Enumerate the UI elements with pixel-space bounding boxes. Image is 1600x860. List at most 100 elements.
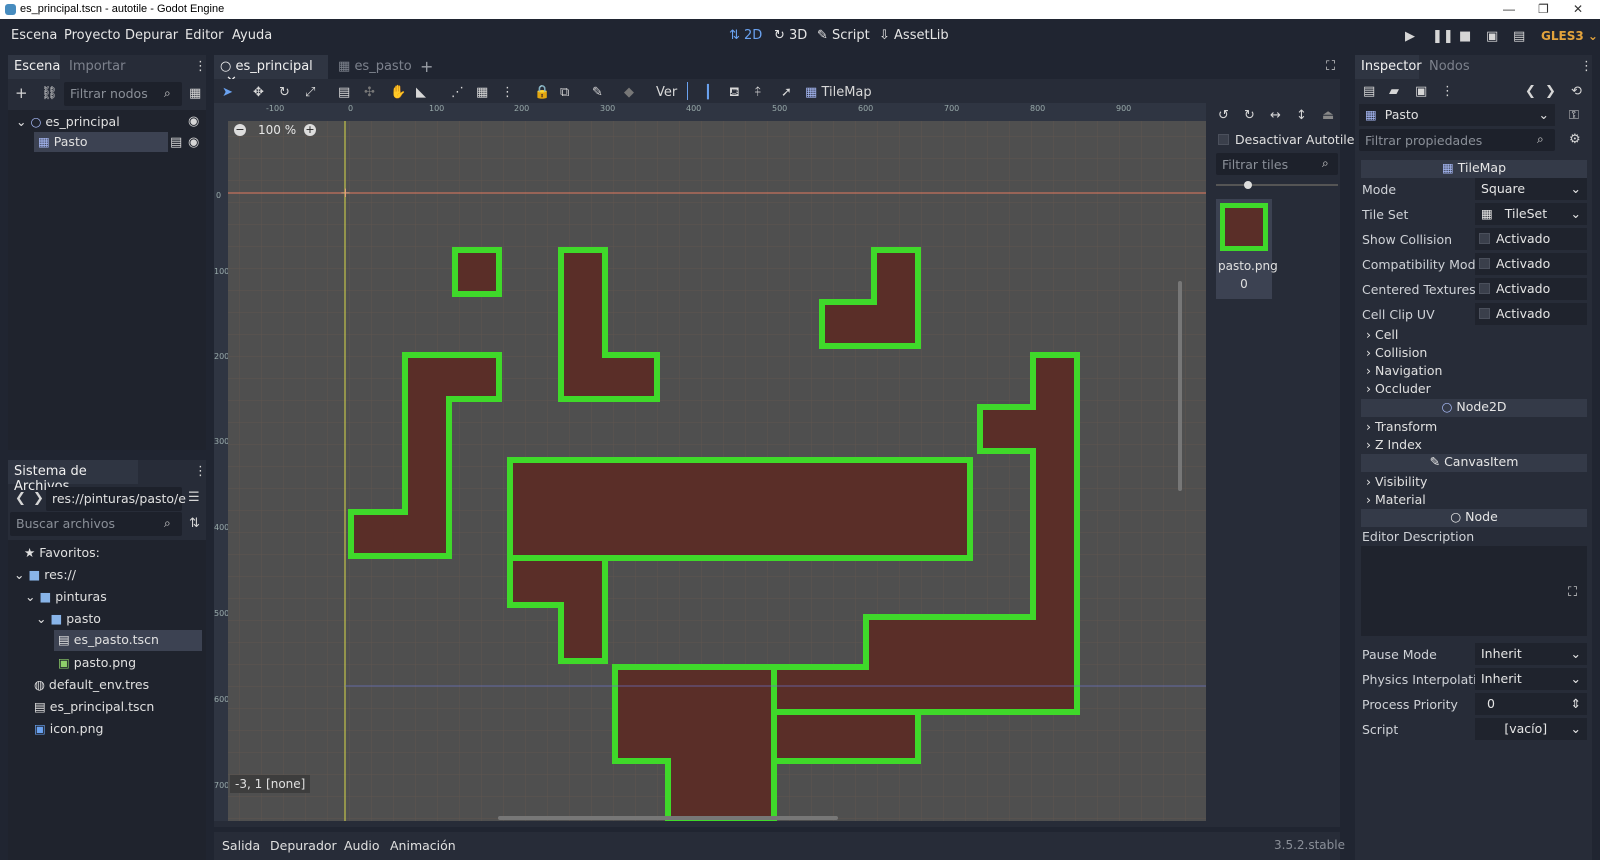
move-tool-icon[interactable]: ✥ xyxy=(253,85,264,100)
tree-node-pasto[interactable]: ▦ Pasto xyxy=(34,132,168,152)
mode-3d-button[interactable]: ↻ 3D xyxy=(774,28,807,43)
add-node-icon[interactable]: + xyxy=(15,86,28,101)
play-scene-icon[interactable]: ▣ xyxy=(1486,30,1498,43)
search-files-input[interactable]: Buscar archivos xyxy=(10,512,182,536)
paint-tile-icon[interactable]: ┃ xyxy=(704,85,712,100)
group-icon[interactable]: ⧉ xyxy=(560,85,569,100)
ruler-tool-icon[interactable]: ◣ xyxy=(416,85,426,100)
camera-icon[interactable]: ◆ xyxy=(624,85,634,100)
group-cell[interactable]: › Cell xyxy=(1366,327,1398,342)
file-item-default-env[interactable]: ◍ default_env.tres xyxy=(34,677,149,692)
clear-transform-icon[interactable]: ⏏ xyxy=(1322,109,1334,122)
new-tab-icon[interactable]: + xyxy=(420,59,433,75)
stop-icon[interactable]: ■ xyxy=(1459,30,1471,43)
filter-properties-input[interactable]: Filtrar propiedades xyxy=(1359,129,1555,151)
tree-node-root[interactable]: ⌄ ○ es_principal xyxy=(16,114,120,129)
scene-script-icon[interactable]: ▦ xyxy=(189,87,201,100)
menu-depurar[interactable]: Depurar xyxy=(125,28,178,43)
canvas-viewport[interactable]: + − 100 % + -3, 1 [none] xyxy=(228,121,1206,821)
zoom-in-icon[interactable]: + xyxy=(304,124,316,136)
save-resource-icon[interactable]: ▣ xyxy=(1415,85,1427,98)
zoom-level[interactable]: 100 % xyxy=(258,123,296,137)
menu-proyecto[interactable]: Proyecto xyxy=(64,28,121,43)
skeleton-icon[interactable]: ✎ xyxy=(592,85,603,100)
group-visibility[interactable]: › Visibility xyxy=(1366,474,1427,489)
smart-snap-icon[interactable]: ⋰ xyxy=(451,85,464,100)
tilemap-menu[interactable]: ▦ TileMap xyxy=(805,85,872,100)
group-collision[interactable]: › Collision xyxy=(1366,345,1427,360)
disable-autotile-checkbox[interactable]: Desactivar Autotile xyxy=(1218,132,1354,147)
minimize-button[interactable]: — xyxy=(1503,2,1515,16)
zoom-out-icon[interactable]: − xyxy=(234,124,246,136)
dock-menu-icon[interactable]: ⋮ xyxy=(1580,60,1593,73)
grid-snap-icon[interactable]: ▦ xyxy=(476,85,488,100)
open-resource-icon[interactable]: ▰ xyxy=(1389,85,1399,98)
tab-depurador[interactable]: Depurador xyxy=(270,838,337,853)
mode-2d-button[interactable]: ⇅ 2D xyxy=(729,28,762,43)
scene-tab-es-pasto[interactable]: ▦ es_pasto xyxy=(332,55,418,79)
editor-description-textarea[interactable] xyxy=(1361,546,1587,636)
menu-ayuda[interactable]: Ayuda xyxy=(232,28,272,43)
tile-item-pasto[interactable]: pasto.png 0 xyxy=(1216,199,1278,299)
link-icon[interactable]: ⛓ xyxy=(41,87,58,100)
prop-mode-select[interactable]: Square ⌄ xyxy=(1475,178,1587,200)
play-custom-scene-icon[interactable]: ▤ xyxy=(1513,30,1525,43)
back-icon[interactable]: ❮ xyxy=(15,492,26,505)
group-transform[interactable]: › Transform xyxy=(1366,419,1437,434)
tab-escena[interactable]: Escena xyxy=(8,55,60,79)
file-item-pasto-folder[interactable]: ⌄ ■ pasto xyxy=(36,611,101,626)
pan-tool-icon[interactable]: ✋ xyxy=(390,85,406,100)
object-selector[interactable]: ▦ Pasto ⌄ xyxy=(1359,104,1555,126)
lock-icon[interactable]: 🔒 xyxy=(534,85,550,100)
file-item-es-pasto[interactable]: ▤ es_pasto.tscn xyxy=(54,630,202,651)
tab-audio[interactable]: Audio xyxy=(344,838,380,853)
history-back-icon[interactable]: ❮ xyxy=(1525,85,1536,98)
expand-icon[interactable]: ⛶ xyxy=(1568,586,1577,599)
group-occluder[interactable]: › Occluder xyxy=(1366,381,1431,396)
prop-centered-textures-checkbox[interactable]: Activado xyxy=(1475,278,1587,300)
file-item-favoritos[interactable]: ★ Favoritos: xyxy=(24,545,100,560)
more-icon[interactable]: ⋮ xyxy=(1441,85,1454,98)
group-material[interactable]: › Material xyxy=(1366,492,1426,507)
select-tiles-icon[interactable]: ➚ xyxy=(781,85,792,100)
pick-tile-icon[interactable]: ⤉ xyxy=(755,85,761,100)
property-tools-icon[interactable]: ⚙ xyxy=(1569,133,1581,146)
tab-animacion[interactable]: Animación xyxy=(390,838,456,853)
tab-salida[interactable]: Salida xyxy=(222,838,260,853)
prop-script-select[interactable]: [vacío] ⌄ xyxy=(1475,718,1587,740)
menu-editor[interactable]: Editor xyxy=(185,28,223,43)
file-item-pasto-png[interactable]: ▣ pasto.png xyxy=(58,655,136,670)
file-item-pinturas[interactable]: ⌄ ■ pinturas xyxy=(25,589,107,604)
forward-icon[interactable]: ❯ xyxy=(33,492,44,505)
flip-v-icon[interactable]: ↕ xyxy=(1296,109,1307,122)
mode-script-button[interactable]: ✎ Script xyxy=(817,28,870,43)
tab-inspector[interactable]: Inspector xyxy=(1355,55,1422,79)
rotate-right-icon[interactable]: ↻ xyxy=(1244,109,1255,122)
list-select-icon[interactable]: ▤ xyxy=(338,85,350,100)
close-window-button[interactable]: ✕ xyxy=(1573,2,1583,16)
file-item-es-principal[interactable]: ▤ es_principal.tscn xyxy=(34,699,154,714)
rotate-tool-icon[interactable]: ↻ xyxy=(279,85,290,100)
visibility-eye-icon[interactable]: ◉ xyxy=(188,136,199,149)
file-item-res[interactable]: ⌄ ■ res:// xyxy=(14,567,76,582)
sort-icon[interactable]: ⇅ xyxy=(189,517,200,530)
menu-escena[interactable]: Escena xyxy=(11,28,57,43)
scene-tab-es-principal[interactable]: ○ es_principal ✕ xyxy=(214,55,328,89)
object-history-icon[interactable]: ⟲ xyxy=(1571,85,1582,98)
pivot-tool-icon[interactable]: ✣ xyxy=(364,85,375,100)
group-navigation[interactable]: › Navigation xyxy=(1366,363,1442,378)
select-tool-icon[interactable]: ➤ xyxy=(222,85,233,100)
visibility-eye-icon[interactable]: ◉ xyxy=(188,115,199,128)
tilemap-canvas[interactable]: + xyxy=(228,121,1206,821)
object-props-icon[interactable]: ⚿ xyxy=(1569,109,1579,122)
list-view-icon[interactable]: ☰ xyxy=(188,491,200,504)
renderer-select[interactable]: GLES3 ⌄ xyxy=(1541,29,1598,43)
prop-pause-mode-select[interactable]: Inherit ⌄ xyxy=(1475,643,1587,665)
group-z-index[interactable]: › Z Index xyxy=(1366,437,1422,452)
tab-importar[interactable]: Importar xyxy=(63,55,131,79)
new-resource-icon[interactable]: ▤ xyxy=(1363,85,1375,98)
tab-filesystem[interactable]: Sistema de Archivos xyxy=(8,460,138,494)
tile-size-slider[interactable] xyxy=(1216,181,1338,189)
play-icon[interactable]: ▶ xyxy=(1405,30,1415,43)
dock-menu-icon[interactable]: ⋮ xyxy=(194,465,207,478)
